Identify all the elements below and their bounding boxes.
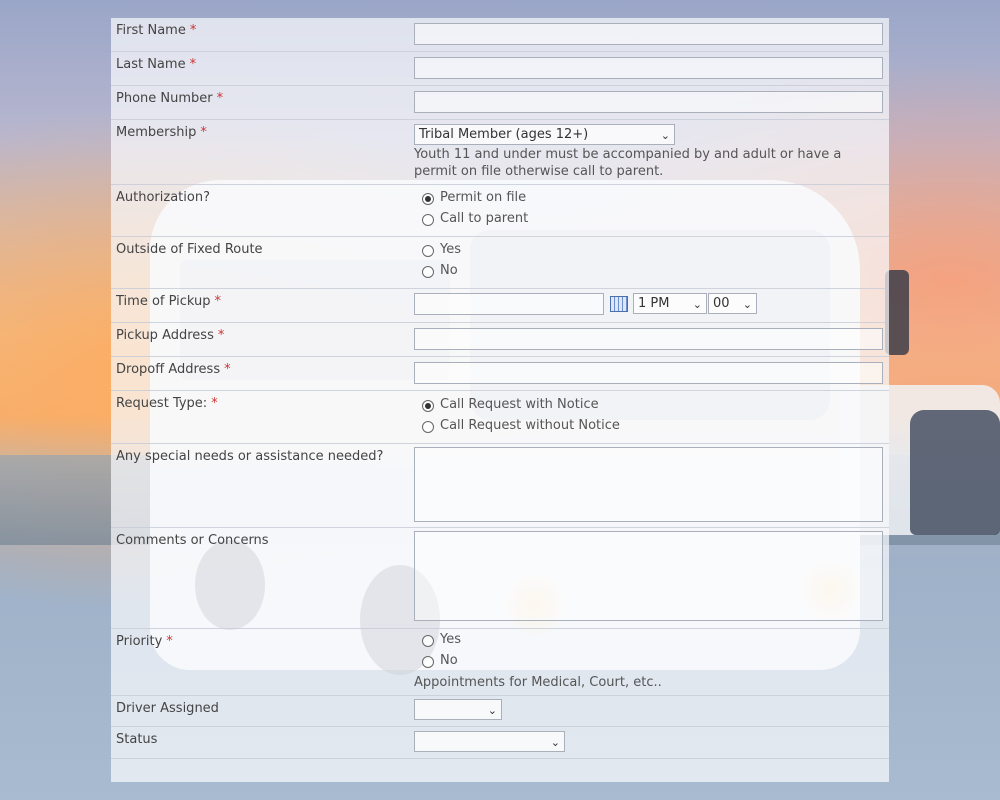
driver-row: Driver Assigned ⌄ (111, 696, 889, 727)
driver-label: Driver Assigned (116, 701, 219, 716)
phone-row: Phone Number * (111, 86, 889, 120)
pickup-address-row: Pickup Address * (111, 323, 889, 357)
dropoff-address-label: Dropoff Address * (116, 362, 231, 377)
request-type-label: Request Type: * (116, 396, 218, 411)
status-label: Status (116, 732, 158, 747)
priority-row: Priority * Yes No Appointments for Medica… (111, 629, 889, 696)
phone-input[interactable] (414, 91, 883, 113)
membership-row: Membership * Tribal Member (ages 12+) ⌄ Y… (111, 120, 889, 185)
pickup-time-label: Time of Pickup * (116, 294, 222, 309)
outside-route-row: Outside of Fixed Route Yes No (111, 237, 889, 289)
radio-icon (422, 421, 434, 433)
request-form: First Name * Last Name * Phone Number * Mem… (111, 18, 889, 782)
last-name-input[interactable] (414, 57, 883, 79)
authorization-row: Authorization? Permit on file Call to pa… (111, 185, 889, 237)
radio-icon (422, 245, 434, 257)
pickup-address-label: Pickup Address * (116, 328, 225, 343)
pickup-date-input[interactable] (414, 293, 604, 315)
phone-label: Phone Number * (116, 91, 224, 106)
status-row: Status ⌄ (111, 727, 889, 759)
radio-icon (422, 400, 434, 412)
status-select[interactable]: ⌄ (414, 731, 565, 752)
chevron-down-icon: ⌄ (742, 298, 752, 311)
pickup-address-input[interactable] (414, 328, 883, 350)
radio-icon (422, 266, 434, 278)
membership-label: Membership * (116, 125, 207, 140)
membership-select[interactable]: Tribal Member (ages 12+) ⌄ (414, 124, 675, 145)
pickup-minute-select[interactable]: 00 ⌄ (708, 293, 757, 314)
comments-textarea[interactable] (414, 531, 883, 621)
radio-icon (422, 656, 434, 668)
chevron-down-icon: ⌄ (692, 298, 702, 311)
radio-icon (422, 214, 434, 226)
pickup-hour-select[interactable]: 1 PM ⌄ (633, 293, 707, 314)
chevron-down-icon: ⌄ (550, 736, 560, 749)
request-type-row: Request Type: * Call Request with Notice … (111, 391, 889, 444)
background-van (910, 410, 1000, 535)
membership-hint: Youth 11 and under must be accompanied b… (414, 147, 842, 179)
chevron-down-icon: ⌄ (487, 704, 497, 717)
membership-selected-value: Tribal Member (ages 12+) (419, 127, 589, 142)
priority-label: Priority * (116, 634, 173, 649)
driver-select[interactable]: ⌄ (414, 699, 502, 720)
special-needs-textarea[interactable] (414, 447, 883, 522)
special-needs-label: Any special needs or assistance needed? (116, 449, 384, 464)
comments-row: Comments or Concerns (111, 528, 889, 629)
comments-label: Comments or Concerns (116, 533, 269, 548)
radio-icon (422, 193, 434, 205)
first-name-input[interactable] (414, 23, 883, 45)
authorization-label: Authorization? (116, 190, 210, 205)
priority-hint: Appointments for Medical, Court, etc.. (414, 675, 662, 690)
last-name-row: Last Name * (111, 52, 889, 86)
radio-icon (422, 635, 434, 647)
chevron-down-icon: ⌄ (660, 129, 670, 142)
calendar-icon[interactable] (610, 296, 628, 312)
last-name-label: Last Name * (116, 57, 197, 72)
special-needs-row: Any special needs or assistance needed? (111, 444, 889, 528)
dropoff-address-input[interactable] (414, 362, 883, 384)
first-name-row: First Name * (111, 18, 889, 52)
first-name-label: First Name * (116, 23, 197, 38)
pickup-time-row: Time of Pickup * 1 PM ⌄ 00 ⌄ (111, 289, 889, 323)
outside-route-label: Outside of Fixed Route (116, 242, 263, 257)
dropoff-address-row: Dropoff Address * (111, 357, 889, 391)
